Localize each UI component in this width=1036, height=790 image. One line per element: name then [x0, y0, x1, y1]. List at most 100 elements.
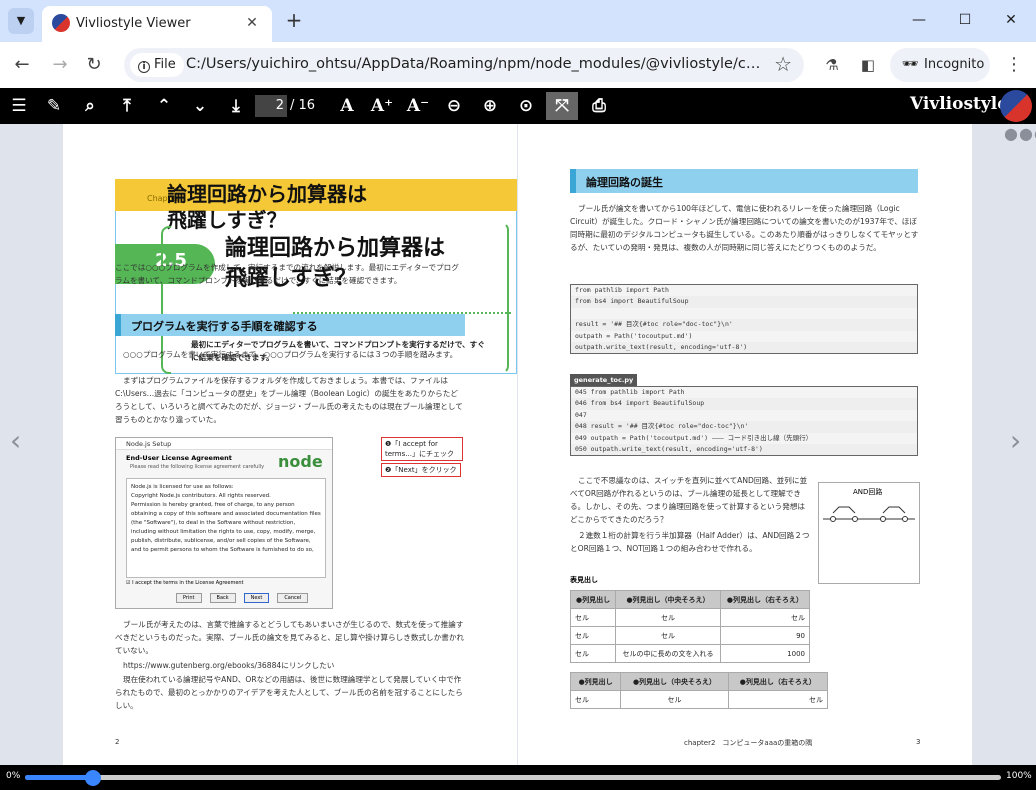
- print-button: Print: [176, 593, 202, 603]
- paragraph-4: 現在使われている論理記号やAND、ORなどの用語は、後世に数理論理学として発展し…: [115, 675, 463, 710]
- code-line: 046 from bs4 import BeautifulSoup: [575, 399, 705, 408]
- browser-tab[interactable]: Vivliostyle Viewer ✕: [42, 6, 272, 42]
- tab-title: Vivliostyle Viewer: [76, 16, 191, 31]
- page-number-right: 3: [916, 738, 921, 746]
- table-cell: セル: [719, 608, 811, 627]
- bookmark-star-icon[interactable]: ☆: [774, 52, 792, 76]
- maximize-button[interactable]: ☐: [950, 8, 980, 32]
- data-table-2: ●列見出し ●列見出し（中央そろえ） ●列見出し（右そろえ） セル セル セル: [569, 672, 829, 709]
- back-button: Back: [209, 593, 236, 603]
- toc-list-icon[interactable]: ☰: [5, 92, 33, 120]
- table-cell: セル: [620, 690, 729, 709]
- callout-1: ❶「I accept for terms...」にチェック: [381, 437, 463, 461]
- scheme-label: File: [154, 57, 176, 72]
- data-table-1: ●列見出し ●列見出し（中央そろえ） ●列見出し（右そろえ） セル セル セル セル セル 90…: [569, 590, 811, 663]
- screenshot-sub: Please read the following license agreem…: [130, 464, 265, 470]
- prev-spread-arrow-icon[interactable]: ‹: [10, 424, 21, 457]
- back-arrow-icon[interactable]: ←: [8, 51, 36, 79]
- progress-slider-thumb[interactable]: [85, 770, 102, 786]
- page-number-input[interactable]: 2: [255, 95, 287, 117]
- paragraph-2: ここで不思議なのは、スイッチを直列に並べてAND回路、並列に並べてOR回路が作れ…: [570, 476, 808, 524]
- code-line: 045 from pathlib import Path: [571, 387, 917, 399]
- incognito-icon: 🕶: [901, 57, 919, 72]
- zoom-in-icon[interactable]: ⊕: [476, 92, 504, 120]
- page-number-left: 2: [115, 738, 120, 746]
- viewer-toolbar: ☰ ✎ ⌕ ⤒ ⌃ ⌄ ⤓ 2 / 16 A A⁺ A⁻ ⊖ ⊕ ⊙ ⤧ ⎙ V…: [0, 88, 1036, 124]
- vivliostyle-logo-icon: [1000, 90, 1032, 122]
- zoom-actual-size-icon[interactable]: ⊙: [512, 92, 540, 120]
- menu-kebab-icon[interactable]: ⋮: [1000, 51, 1028, 79]
- table-header: ●列見出し（右そろえ）: [719, 590, 811, 609]
- code-line: 047: [571, 409, 917, 422]
- next-spread-arrow-icon[interactable]: ›: [1010, 424, 1021, 457]
- code-line: outpath = Path('tocoutput.md'): [571, 330, 917, 342]
- code-line: [571, 307, 917, 320]
- incognito-label: Incognito: [924, 57, 985, 72]
- table-header: ●列見出し（右そろえ）: [727, 672, 829, 691]
- table-row: セル セル セル: [569, 690, 829, 709]
- font-size-reset-icon[interactable]: A: [333, 92, 361, 120]
- chevron-down-icon: ▼: [16, 14, 26, 27]
- site-info-button[interactable]: i File: [130, 53, 184, 77]
- running-footer: chapter2 コンピュータaaaの重箱の隅: [684, 739, 813, 747]
- title-bar: ▼ Vivliostyle Viewer ✕ + — ☐ ✕: [0, 0, 1036, 42]
- previous-page-icon[interactable]: ⌃: [150, 92, 178, 120]
- font-size-decrease-icon[interactable]: A⁻: [404, 92, 432, 120]
- section-heading-band: 論理回路の誕生: [570, 169, 918, 193]
- figure-title: AND回路: [853, 488, 883, 496]
- code-label: generate_toc.py: [570, 374, 638, 386]
- installer-screenshot: Node.js Setup End-User License Agreement…: [115, 437, 333, 609]
- table-row: セル セル 90: [569, 626, 811, 645]
- table-header: ●列見出し（中央そろえ）: [620, 672, 729, 691]
- section-heading: プログラムを実行する手順を確認する: [131, 320, 318, 333]
- tab-search-button[interactable]: ▼: [8, 8, 34, 34]
- font-size-increase-icon[interactable]: A⁺: [368, 92, 396, 120]
- code-block-2: 045 from pathlib import Path 046 from bs4…: [570, 386, 918, 457]
- search-icon[interactable]: ⌕: [76, 92, 104, 120]
- brand-name: Vivliostyle: [910, 94, 1009, 114]
- more-dots-icon[interactable]: ●●●: [1004, 124, 1036, 143]
- fit-page-icon[interactable]: ⤧: [546, 92, 578, 120]
- forward-arrow-icon[interactable]: →: [46, 51, 74, 79]
- node-logo: node: [278, 452, 323, 471]
- browser-toolbar: ← → ↻ i File C:/Users/yuichiro_ohtsu/AppD…: [0, 42, 1036, 88]
- last-page-icon[interactable]: ⤓: [222, 92, 250, 120]
- code-line: 050 outpath.write_text(result, encoding=…: [575, 444, 763, 453]
- paragraph-2: まずはプログラムファイルを保存するフォルダを作成しておきましょう。本書では、ファ…: [115, 376, 463, 424]
- next-button: Next: [243, 593, 270, 603]
- and-circuit-figure: AND回路: [818, 482, 920, 584]
- document-viewport[interactable]: ‹ › ●●● Chapter 論理回路から加算器は 飛躍しすぎ？ 2.5 論理…: [0, 124, 1036, 765]
- url-text[interactable]: C:/Users/yuichiro_ohtsu/AppData/Roaming/…: [186, 56, 761, 72]
- code-block-1: from pathlib import Path from bs4 import …: [570, 284, 918, 355]
- link-text: https://www.gutenberg.org/ebooks/36884にリ…: [123, 661, 335, 670]
- marker-pen-icon[interactable]: ✎: [40, 92, 68, 120]
- side-panel-icon[interactable]: ◧: [854, 51, 882, 79]
- address-bar[interactable]: i File C:/Users/yuichiro_ohtsu/AppData/Ro…: [124, 48, 804, 82]
- minimize-button[interactable]: —: [904, 8, 934, 32]
- print-icon[interactable]: ⎙: [585, 92, 613, 120]
- table-cell: セルの中に長めの文を入れる: [615, 644, 721, 663]
- close-window-button[interactable]: ✕: [996, 8, 1026, 32]
- table-header: ●列見出し: [569, 672, 622, 691]
- section-heading: 論理回路の誕生: [586, 176, 663, 189]
- reload-icon[interactable]: ↻: [80, 51, 108, 79]
- progress-track[interactable]: [25, 770, 1001, 786]
- table-cell: セル: [615, 626, 721, 645]
- code-line: result = '## 目次{#toc role="doc-toc"}\n': [575, 320, 733, 329]
- zoom-out-icon[interactable]: ⊖: [440, 92, 468, 120]
- code-line: outpath.write_text(result, encoding='utf…: [575, 342, 748, 351]
- labs-flask-icon[interactable]: ⚗: [818, 51, 846, 79]
- close-tab-icon[interactable]: ✕: [242, 13, 262, 33]
- info-icon: i: [138, 61, 150, 73]
- installer-buttons: Print Back Next Cancel: [176, 593, 332, 603]
- new-tab-button[interactable]: +: [282, 9, 306, 33]
- paragraph-1: ブール氏が論文を書いてから100年ほどして、電信に使われるリレーを使った論理回路…: [570, 204, 919, 252]
- right-page: 論理回路の誕生 ブール氏が論文を書いてから100年ほどして、電信に使われるリレー…: [518, 124, 972, 765]
- first-page-icon[interactable]: ⤒: [113, 92, 141, 120]
- code-line: 049 outpath = Path('tocoutput.md') ――― コ…: [571, 432, 917, 444]
- left-page: Chapter 論理回路から加算器は 飛躍しすぎ？ 2.5 論理回路から加算器は…: [63, 124, 517, 765]
- paragraph-3: ブール氏が考えたのは、言葉で推論するとどうしてもあいまいさが生じるので、数式を使…: [115, 620, 465, 655]
- next-page-icon[interactable]: ⌄: [186, 92, 214, 120]
- code-line: from pathlib import Path: [571, 285, 917, 297]
- incognito-indicator[interactable]: 🕶 Incognito: [890, 48, 990, 82]
